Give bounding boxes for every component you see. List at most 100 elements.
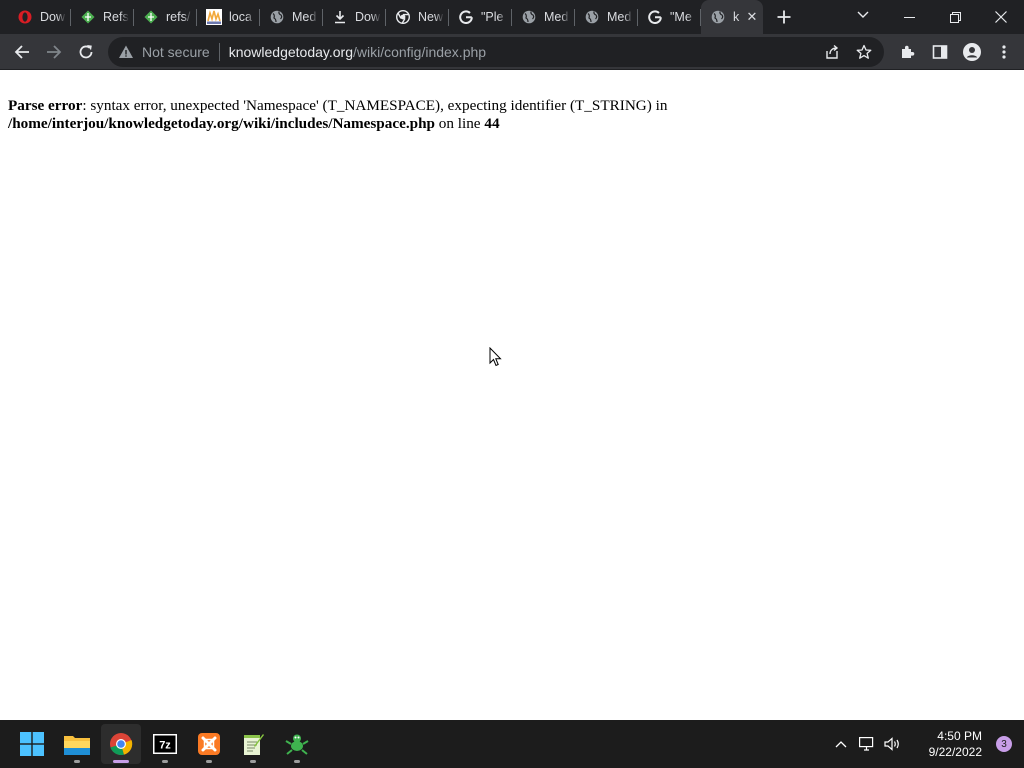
browser-tab[interactable]: Med bbox=[260, 0, 323, 34]
xampp-icon bbox=[198, 733, 220, 755]
browser-tab[interactable]: Med bbox=[575, 0, 638, 34]
browser-tab[interactable]: "Ple bbox=[449, 0, 512, 34]
tab-title: Med bbox=[292, 10, 317, 24]
globe-icon bbox=[269, 9, 285, 25]
puzzle-icon bbox=[902, 45, 915, 58]
url-path: /wiki/config/index.php bbox=[352, 44, 487, 60]
gecko-icon bbox=[285, 734, 309, 755]
clock[interactable]: 4:50 PM 9/22/2022 bbox=[906, 728, 986, 760]
taskbar-file-explorer[interactable] bbox=[57, 724, 97, 764]
download-icon bbox=[332, 9, 348, 25]
minimize-icon bbox=[903, 16, 915, 18]
volume-button[interactable] bbox=[880, 720, 906, 768]
browser-tab[interactable]: loca bbox=[197, 0, 260, 34]
browser-tab[interactable]: Med bbox=[512, 0, 575, 34]
close-tab-icon[interactable]: ✕ bbox=[745, 9, 759, 25]
tab-strip: Dow Refs refs/loca Med Dow New "Ple Med Med "Me k ✕ bbox=[0, 0, 1024, 34]
restore-icon bbox=[949, 11, 961, 23]
security-status-label[interactable]: Not secure bbox=[142, 44, 210, 60]
globe-icon bbox=[584, 9, 600, 25]
taskbar-gecko-app[interactable] bbox=[277, 724, 317, 764]
running-indicator bbox=[74, 760, 80, 763]
menu-button[interactable] bbox=[988, 36, 1020, 68]
folder-icon bbox=[64, 736, 90, 755]
taskbar-chrome[interactable] bbox=[101, 724, 141, 764]
gitea-icon bbox=[143, 9, 159, 25]
browser-tab[interactable]: Dow bbox=[323, 0, 386, 34]
minimize-button[interactable] bbox=[886, 0, 932, 34]
error-text: : syntax error, unexpected 'Namespace' (… bbox=[82, 97, 668, 114]
browser-tab[interactable]: Refs bbox=[71, 0, 134, 34]
side-panel-icon bbox=[932, 45, 948, 59]
chevron-up-icon bbox=[835, 741, 847, 748]
plus-icon bbox=[777, 10, 791, 24]
browser-tab[interactable]: New bbox=[386, 0, 449, 34]
url-text[interactable]: knowledgetoday.org/wiki/config/index.php bbox=[229, 44, 486, 60]
browser-tab[interactable]: Dow bbox=[8, 0, 71, 34]
browser-tab[interactable]: refs/ bbox=[134, 0, 197, 34]
tab-search-button[interactable] bbox=[851, 0, 875, 30]
close-icon bbox=[995, 11, 1007, 23]
chevron-down-icon bbox=[857, 11, 869, 18]
browser-tab[interactable]: "Me bbox=[638, 0, 701, 34]
running-indicator bbox=[162, 760, 168, 763]
tab-title: k bbox=[733, 10, 740, 24]
restore-button[interactable] bbox=[932, 0, 978, 34]
reload-button[interactable] bbox=[70, 36, 102, 68]
running-indicator bbox=[294, 760, 300, 763]
browser-tab-active[interactable]: k ✕ bbox=[701, 0, 763, 34]
address-bar[interactable]: Not secure knowledgetoday.org/wiki/confi… bbox=[108, 37, 884, 67]
tab-title: Dow bbox=[355, 10, 381, 24]
avatar-icon bbox=[963, 43, 981, 61]
tab-title: Med bbox=[607, 10, 632, 24]
php-error-message: Parse error: syntax error, unexpected 'N… bbox=[8, 97, 1008, 133]
google-icon bbox=[647, 9, 663, 25]
tab-title: loca bbox=[229, 10, 252, 24]
share-button[interactable] bbox=[816, 37, 848, 67]
phpmyadmin-icon bbox=[206, 9, 222, 25]
forward-button[interactable] bbox=[38, 36, 70, 68]
windows-logo-icon bbox=[20, 732, 44, 756]
taskbar-7zip[interactable]: 7z bbox=[145, 724, 185, 764]
start-button[interactable] bbox=[12, 724, 52, 764]
arrow-right-icon bbox=[47, 44, 62, 59]
running-indicator bbox=[206, 760, 212, 763]
tab-title: New bbox=[418, 10, 444, 24]
address-divider bbox=[218, 43, 220, 61]
tab-title: Dow bbox=[40, 10, 66, 24]
svg-text:7z: 7z bbox=[159, 740, 171, 752]
profile-button[interactable] bbox=[956, 36, 988, 68]
notification-badge[interactable]: 3 bbox=[996, 736, 1012, 752]
tab-title: Refs bbox=[103, 10, 129, 24]
opera-icon bbox=[17, 9, 33, 25]
taskbar-xampp[interactable] bbox=[189, 724, 229, 764]
on-line-text: on line bbox=[434, 115, 485, 132]
globe-icon bbox=[521, 9, 537, 25]
omnibox-actions bbox=[816, 37, 880, 67]
chrome-icon bbox=[110, 733, 133, 756]
clock-time: 4:50 PM bbox=[937, 729, 982, 743]
tab-title: refs/ bbox=[166, 10, 191, 24]
bookmark-button[interactable] bbox=[848, 37, 880, 67]
taskbar-notepad-plus-plus[interactable] bbox=[233, 724, 273, 764]
network-button[interactable] bbox=[854, 720, 880, 768]
notepad-plus-plus-icon bbox=[244, 734, 264, 755]
chrome-icon bbox=[395, 9, 411, 25]
side-panel-button[interactable] bbox=[924, 36, 956, 68]
more-vertical-icon bbox=[1002, 45, 1006, 59]
clock-date: 9/22/2022 bbox=[928, 745, 982, 759]
running-indicator bbox=[250, 760, 256, 763]
tab-list: Dow Refs refs/loca Med Dow New "Ple Med Med "Me k ✕ bbox=[0, 0, 799, 34]
tray-overflow-button[interactable] bbox=[828, 720, 854, 768]
new-tab-button[interactable] bbox=[769, 0, 799, 34]
tab-title: Med bbox=[544, 10, 569, 24]
back-button[interactable] bbox=[6, 36, 38, 68]
close-window-button[interactable] bbox=[978, 0, 1024, 34]
globe-icon bbox=[710, 9, 726, 25]
extensions-button[interactable] bbox=[892, 36, 924, 68]
7zip-icon: 7z bbox=[153, 734, 177, 754]
tab-title: "Ple bbox=[481, 10, 504, 24]
warning-icon[interactable] bbox=[118, 44, 134, 60]
page-viewport: Parse error: syntax error, unexpected 'N… bbox=[0, 70, 1024, 720]
network-icon bbox=[859, 737, 874, 751]
